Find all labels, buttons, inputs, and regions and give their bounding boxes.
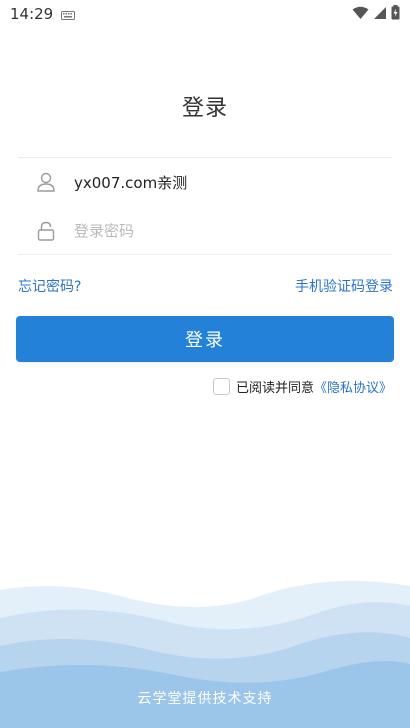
password-row xyxy=(18,211,392,251)
agreement-checkbox[interactable] xyxy=(213,378,230,395)
divider-top xyxy=(18,157,392,158)
forgot-password-link[interactable]: 忘记密码? xyxy=(18,276,81,296)
page-title: 登录 xyxy=(181,96,228,121)
wifi-icon xyxy=(352,5,369,24)
agreement-text: 已阅读并同意 xyxy=(236,381,315,396)
username-row xyxy=(18,162,392,202)
keyboard-icon xyxy=(61,5,76,24)
login-button[interactable]: 登录 xyxy=(16,316,394,362)
battery-icon xyxy=(391,4,400,24)
status-right xyxy=(352,4,400,24)
auth-links: 忘记密码? 手机验证码登录 xyxy=(18,276,393,296)
privacy-policy-link[interactable]: 《隐私协议》 xyxy=(314,377,392,396)
divider-bottom xyxy=(18,254,392,255)
status-time: 14:29 xyxy=(10,5,54,23)
sms-login-link[interactable]: 手机验证码登录 xyxy=(295,276,393,296)
password-input[interactable] xyxy=(74,222,392,240)
user-icon xyxy=(36,172,56,192)
footer-text: 云学堂提供技术支持 xyxy=(137,691,273,707)
status-left: 14:29 xyxy=(10,5,76,24)
agreement-row: 已阅读并同意 《隐私协议》 xyxy=(213,377,392,396)
lock-icon xyxy=(36,221,56,241)
status-bar: 14:29 xyxy=(0,0,410,28)
username-input[interactable] xyxy=(74,173,392,191)
signal-icon xyxy=(373,5,387,24)
